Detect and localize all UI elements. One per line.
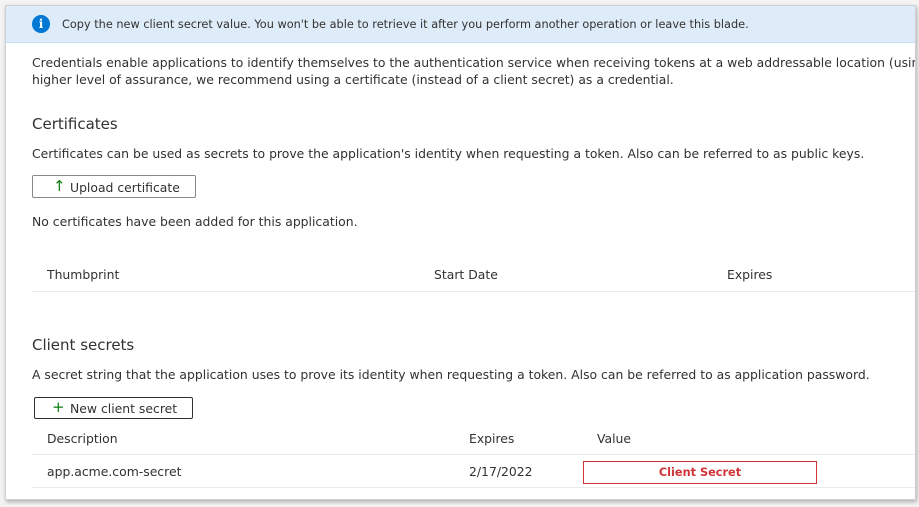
certificates-table-divider xyxy=(32,291,915,292)
secret-expires: 2/17/2022 xyxy=(469,464,533,479)
upload-arrow-icon: ↑ xyxy=(53,177,66,195)
column-cert-expires[interactable]: Expires xyxy=(727,267,772,282)
certificates-description: Certificates can be used as secrets to p… xyxy=(32,146,865,161)
new-client-secret-button[interactable]: + New client secret xyxy=(34,397,193,419)
column-secret-expires[interactable]: Expires xyxy=(469,431,514,446)
intro-line-2: higher level of assurance, we recommend … xyxy=(32,72,674,87)
info-icon: i xyxy=(32,15,50,33)
column-start-date[interactable]: Start Date xyxy=(434,267,498,282)
plus-icon: + xyxy=(52,398,65,416)
banner-message: Copy the new client secret value. You wo… xyxy=(62,18,749,31)
column-value[interactable]: Value xyxy=(597,431,631,446)
upload-certificate-label: Upload certificate xyxy=(70,180,180,195)
client-secrets-heading: Client secrets xyxy=(32,336,135,354)
column-description[interactable]: Description xyxy=(47,431,118,446)
new-client-secret-label: New client secret xyxy=(70,401,178,416)
secrets-header-divider xyxy=(32,454,915,455)
certificates-heading: Certificates xyxy=(32,115,118,133)
credentials-panel: i Copy the new client secret value. You … xyxy=(5,5,916,500)
upload-certificate-button[interactable]: ↑ Upload certificate xyxy=(32,175,196,198)
no-certificates-message: No certificates have been added for this… xyxy=(32,214,358,229)
column-thumbprint[interactable]: Thumbprint xyxy=(47,267,119,282)
client-secrets-description: A secret string that the application use… xyxy=(32,367,870,382)
secret-description: app.acme.com-secret xyxy=(47,464,182,479)
info-banner: i Copy the new client secret value. You … xyxy=(6,6,915,43)
secret-value-field[interactable]: Client Secret xyxy=(583,461,817,484)
secrets-row-divider xyxy=(32,487,915,488)
intro-line-1: Credentials enable applications to ident… xyxy=(32,55,916,70)
